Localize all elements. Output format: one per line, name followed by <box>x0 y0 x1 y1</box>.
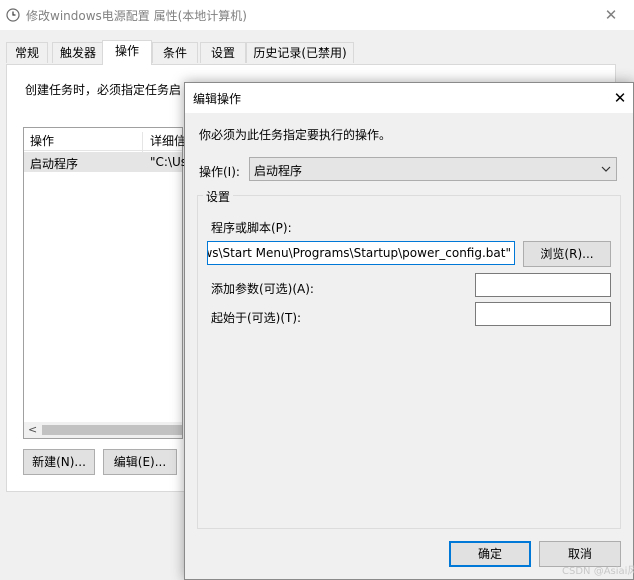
tab-general[interactable]: 常规 <box>6 42 48 63</box>
action-type-label: 操作(I): <box>199 165 240 179</box>
program-script-input[interactable]: ws\Start Menu\Programs\Startup\power_con… <box>207 241 515 265</box>
chevron-down-icon <box>600 163 612 175</box>
settings-group-legend: 设置 <box>203 188 234 205</box>
scrollbar-thumb[interactable] <box>42 425 182 435</box>
tab-actions[interactable]: 操作 <box>102 40 152 65</box>
list-item-action: 启动程序 <box>30 157 79 171</box>
action-type-select[interactable]: 启动程序 <box>249 157 617 181</box>
tab-settings[interactable]: 设置 <box>200 42 246 63</box>
browse-button[interactable]: 浏览(R)... <box>523 241 611 267</box>
column-header-action[interactable]: 操作 <box>30 132 54 149</box>
program-script-label: 程序或脚本(P): <box>211 221 292 235</box>
dialog-prompt-text: 你必须为此任务指定要执行的操作。 <box>199 128 392 142</box>
arguments-label: 添加参数(可选)(A): <box>211 282 314 296</box>
start-in-input[interactable] <box>475 302 611 326</box>
parent-titlebar: 修改windows电源配置 属性(本地计算机) ✕ <box>0 0 634 30</box>
ok-button[interactable]: 确定 <box>449 541 531 567</box>
tab-triggers[interactable]: 触发器 <box>52 42 104 63</box>
edit-action-dialog: 编辑操作 ✕ 你必须为此任务指定要执行的操作。 操作(I): 启动程序 设置 程… <box>184 82 634 580</box>
dialog-close-icon[interactable]: ✕ <box>611 89 629 107</box>
clock-icon <box>6 8 20 22</box>
action-type-value: 启动程序 <box>254 164 303 178</box>
parent-window-title: 修改windows电源配置 属性(本地计算机) <box>26 9 247 23</box>
tab-history[interactable]: 历史记录(已禁用) <box>246 42 354 63</box>
list-header: 操作 详细信 <box>24 128 186 154</box>
column-header-details[interactable]: 详细信 <box>150 132 186 149</box>
dialog-title: 编辑操作 <box>193 92 242 106</box>
list-item-details: "C:\Us <box>150 155 188 169</box>
edit-action-button[interactable]: 编辑(E)... <box>103 449 177 475</box>
list-item[interactable]: 启动程序 "C:\Us <box>24 152 187 172</box>
program-script-value: ws\Start Menu\Programs\Startup\power_con… <box>207 246 511 260</box>
actions-intro-text: 创建任务时，必须指定任务启 <box>25 83 182 97</box>
arguments-input[interactable] <box>475 273 611 297</box>
new-action-button[interactable]: 新建(N)... <box>23 449 95 475</box>
dialog-titlebar[interactable]: 编辑操作 ✕ <box>185 83 633 113</box>
parent-close-icon[interactable]: ✕ <box>602 6 620 24</box>
column-separator <box>142 132 143 154</box>
actions-list[interactable]: 操作 详细信 启动程序 "C:\Us < <box>23 127 187 439</box>
start-in-label: 起始于(可选)(T): <box>211 311 302 325</box>
scroll-left-icon[interactable]: < <box>28 422 37 438</box>
tab-conditions[interactable]: 条件 <box>152 42 198 63</box>
watermark-text: CSDN @Asiai风 <box>562 566 634 577</box>
horizontal-scrollbar[interactable]: < <box>24 422 182 438</box>
